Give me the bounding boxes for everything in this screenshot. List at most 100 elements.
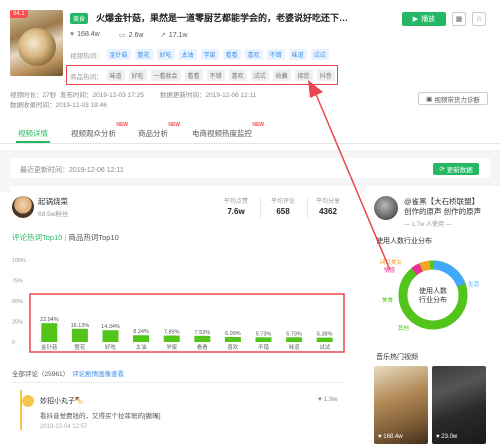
video-thumbnail[interactable]: 94.1 [10, 10, 63, 76]
product-tag[interactable]: 看看 [184, 70, 203, 81]
bar [102, 330, 119, 342]
donut-label: 其他 [398, 324, 410, 332]
refresh-icon: ⟳ [439, 166, 445, 173]
hot-video-thumbnail[interactable]: ♥ 168.4w [374, 366, 428, 444]
product-tag[interactable]: 试试 [250, 70, 269, 81]
comments-stat: ▭ 2.6w [119, 31, 144, 40]
donut-label: 情感 [384, 266, 396, 274]
shares-stat: ↗ 17.1w [160, 31, 188, 40]
product-tag[interactable]: 味道 [106, 70, 125, 81]
hotword-tag[interactable]: 金针菇 [106, 49, 131, 60]
kpi-label: 平均评论 [270, 199, 295, 205]
heart-icon: ♥ [318, 396, 322, 403]
kpi-value: 7.6w [227, 207, 245, 216]
active-tab-indicator [16, 141, 50, 143]
y-tick-label: 100% [12, 258, 26, 264]
bar [163, 335, 180, 342]
hotword-tag[interactable]: 看看 [222, 49, 241, 60]
kpi-label: 平均点赞 [223, 199, 248, 205]
tab-product-hotwords[interactable]: 商品热词Top10 [68, 233, 118, 242]
donut-center [411, 273, 455, 317]
commenter-name: 妙招小丸子🍢 [40, 398, 84, 405]
donut-label: 生活 [468, 280, 480, 288]
refresh-data-button[interactable]: ⟳ 更新数据 [433, 163, 479, 175]
bar-value-label: 8.24% [133, 329, 149, 335]
product-tag[interactable]: 抖音 [316, 70, 335, 81]
kpi-divider [260, 198, 261, 218]
author-fans: 68.5w粉丝 [38, 211, 69, 218]
video-hotwords: 视频热词： 金针菇 整花 好吃 太油 学废 看看 喜欢 不错 味道 试试 [70, 49, 329, 60]
kpi-value: 4362 [319, 207, 337, 216]
tab-comment-hotwords[interactable]: 评论热词Top10 [12, 233, 62, 242]
x-tick-label: 不错 [258, 343, 270, 351]
diagnose-button[interactable]: ▣ 视频带货力诊断 [418, 92, 488, 105]
bar [194, 335, 211, 342]
play-button[interactable]: ▶ 播放 [402, 12, 446, 26]
bar [41, 323, 58, 342]
industry-section-title: 使用人数行业分布 [376, 238, 432, 245]
kpi-value: 658 [276, 207, 290, 216]
music-title: 创作的原声 创作的原声 [404, 207, 482, 216]
bar-value-label: 7.89% [164, 330, 180, 336]
share-icon: ↗ [160, 32, 166, 39]
product-tag[interactable]: 接您 [294, 70, 313, 81]
hotword-tag[interactable]: 学废 [200, 49, 219, 60]
last-update-text: 最近更新时间：2019-12-06 12:11 [20, 167, 124, 174]
author-name[interactable]: 起锅烧菜 [38, 196, 68, 207]
donut-center-label: 行业分布 [419, 295, 447, 304]
y-tick-label: 0 [12, 340, 15, 346]
video-title: 火爆金针菇，果然是一道零厨艺都能学会的，老婆说好吃还下… [96, 13, 349, 23]
product-tag[interactable]: 喜欢 [228, 70, 247, 81]
collect-button[interactable]: ☆ [472, 12, 486, 26]
bar [286, 337, 303, 342]
music-usage: — 1.7w 人使用 — [404, 222, 452, 228]
bar [255, 337, 272, 342]
qrcode-icon: ▦ [455, 16, 463, 23]
product-tag[interactable]: 一看就会 [150, 70, 181, 81]
tab-video-detail[interactable]: 视频详情 [18, 128, 48, 139]
hotword-tag[interactable]: 喜欢 [244, 49, 263, 60]
dish-image [18, 28, 56, 66]
lock-icon: ▣ [426, 95, 433, 103]
product-tag[interactable]: 收藏 [272, 70, 291, 81]
comment-text: 看抖音觉费钱的，又得买个拉菲斑的[撇嘴] [40, 413, 161, 420]
category-badge: 美食 [70, 13, 89, 24]
hotword-tag[interactable]: 试试 [310, 49, 329, 60]
x-tick-label: 喜欢 [227, 343, 239, 351]
qrcode-button[interactable]: ▦ [452, 12, 466, 26]
x-tick-label: 试试 [319, 343, 331, 351]
donut-segment-beauty [419, 260, 431, 272]
video-likes: ♥ 23.0w [436, 434, 458, 440]
donut-label: 网红美女 [380, 258, 403, 266]
bar [316, 337, 333, 342]
product-tag[interactable]: 不错 [206, 70, 225, 81]
heart-icon: ♥ [70, 31, 75, 38]
hotword-tag[interactable]: 不错 [266, 49, 285, 60]
hotword-tag[interactable]: 太油 [178, 49, 197, 60]
tab-audience[interactable]: 视频观众分析 NEW [71, 122, 128, 139]
bar-value-label: 22.94% [40, 317, 59, 323]
hot-video-thumbnail[interactable]: ♥ 23.0w [432, 366, 486, 444]
tab-products[interactable]: 商品分析 NEW [138, 122, 180, 139]
music-avatar[interactable] [374, 196, 398, 220]
comment-profile-link[interactable]: 评论剧情画像查看 [72, 371, 124, 378]
author-avatar[interactable] [12, 196, 34, 218]
bar-value-label: 5.38% [317, 332, 333, 338]
hotword-tag[interactable]: 整花 [134, 49, 153, 60]
industry-donut-chart: 使用人数 行业分布 网红美女 情感 生活 美食 其他 [380, 258, 480, 332]
y-tick-label: 75% [12, 279, 23, 285]
commenter-avatar[interactable] [22, 395, 34, 407]
comment-likes: ♥ 1.9w [318, 396, 338, 403]
x-tick-label: 看看 [197, 343, 209, 351]
play-icon: ▶ [412, 16, 419, 23]
x-tick-label: 好吃 [105, 343, 117, 351]
publish-text: 发布时间：2019-12-03 17:25 [60, 92, 144, 99]
bar [133, 335, 150, 342]
product-tag[interactable]: 好吃 [128, 70, 147, 81]
bar [224, 337, 241, 342]
tab-heat-monitor[interactable]: 电商视频热度监控 NEW [192, 122, 264, 139]
hotword-tag[interactable]: 好吃 [156, 49, 175, 60]
hotword-tag[interactable]: 味道 [288, 49, 307, 60]
update-text: 数据更新时间：2019-12-06 12:11 [160, 92, 257, 99]
divider [12, 382, 346, 383]
